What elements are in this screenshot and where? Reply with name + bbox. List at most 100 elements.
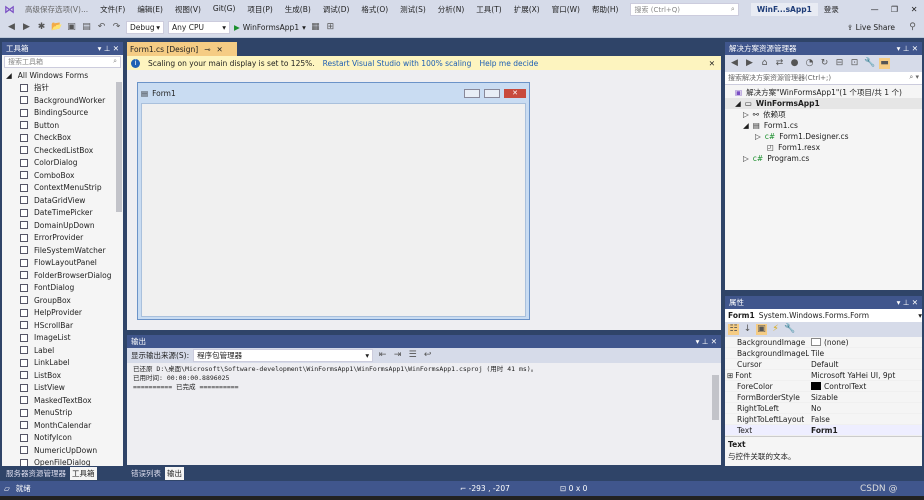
property-row[interactable]: RightToLeftLayout False (725, 414, 922, 425)
toolbox-item[interactable]: MonthCalendar (2, 419, 123, 432)
menu-item[interactable]: 调试(D) (317, 4, 356, 15)
tree-resx[interactable]: ◰ Form1.resx (725, 142, 922, 153)
toolbox-item[interactable]: DataGridView (2, 194, 123, 207)
config-select[interactable]: Debug ▾ (126, 21, 164, 34)
form-client-area[interactable] (141, 103, 526, 317)
property-row[interactable]: RightToLeft No (725, 403, 922, 414)
menu-item[interactable]: 测试(S) (394, 4, 432, 15)
pending-changes-icon[interactable]: ◔ (804, 58, 815, 69)
menu-item[interactable]: 编辑(E) (131, 4, 169, 15)
output-scrollbar[interactable] (712, 375, 719, 420)
toolbox-item[interactable]: CheckBox (2, 132, 123, 145)
redo-icon[interactable]: ↷ (111, 22, 122, 33)
toolbox-item[interactable]: ColorDialog (2, 157, 123, 170)
toolbox-search[interactable]: 搜索工具箱 ⌕ (4, 56, 121, 68)
next-message-icon[interactable]: ⇥ (392, 350, 403, 361)
menu-item[interactable]: 帮助(H) (586, 4, 625, 15)
menu-item[interactable]: 文件(F) (94, 4, 131, 15)
toolbox-item[interactable]: HelpProvider (2, 307, 123, 320)
tree-project[interactable]: ◢ ▭ WinFormsApp1 (725, 98, 922, 109)
toolbox-scrollbar[interactable] (116, 82, 122, 212)
toolbox-item[interactable]: Button (2, 119, 123, 132)
toolbox-item[interactable]: MaskedTextBox (2, 394, 123, 407)
toolbox-group[interactable]: ◢ All Windows Forms (2, 69, 123, 82)
toolbox-item[interactable]: FolderBrowserDialog (2, 269, 123, 282)
show-all-icon[interactable]: ⊡ (849, 58, 860, 69)
restart-link[interactable]: Restart Visual Studio with 100% scaling (323, 59, 472, 68)
toolbox-item[interactable]: MenuStrip (2, 407, 123, 420)
tree-solution[interactable]: ▣ 解决方案"WinFormsApp1"(1 个项目/共 1 个) (725, 87, 922, 98)
toolbox-item[interactable]: NotifyIcon (2, 432, 123, 445)
menu-item[interactable]: 项目(P) (241, 4, 278, 15)
property-pages-icon[interactable]: 🔧 (784, 324, 795, 335)
editor-tab[interactable]: Form1.cs [Design] ⊸ ✕ (127, 42, 237, 56)
menu-item[interactable]: 扩展(X) (508, 4, 546, 15)
tab-error-list[interactable]: 错误列表 (129, 467, 163, 480)
toolbox-item[interactable]: ContextMenuStrip (2, 182, 123, 195)
expand-icon[interactable]: ⊞ (727, 371, 733, 380)
prev-message-icon[interactable]: ⇤ (377, 350, 388, 361)
help-link[interactable]: Help me decide (479, 59, 538, 68)
preview-icon[interactable]: ▬ (879, 58, 890, 69)
categorized-icon[interactable]: ☷ (728, 324, 739, 335)
new-project-icon[interactable]: ✱ (36, 22, 47, 33)
align-icon[interactable]: ⊞ (325, 22, 336, 33)
switch-views-icon[interactable]: ⇄ (774, 58, 785, 69)
panel-controls-icon[interactable]: ▾ ⊥ ✕ (98, 44, 119, 53)
minimize-button[interactable]: — (865, 5, 885, 14)
property-row[interactable]: BackgroundImageLayoutTile (725, 348, 922, 359)
layout-icon[interactable]: ▦ (310, 22, 321, 33)
toolbox-item[interactable]: ErrorProvider (2, 232, 123, 245)
property-row[interactable]: BackgroundImage (none) (725, 337, 922, 348)
toolbox-item[interactable]: NumericUpDown (2, 444, 123, 457)
back-icon[interactable]: ◀ (729, 58, 740, 69)
forward-icon[interactable]: ▶ (21, 22, 32, 33)
toolbox-item[interactable]: DateTimePicker (2, 207, 123, 220)
clear-all-icon[interactable]: ☰ (407, 350, 418, 361)
menu-item[interactable]: Git(G) (207, 4, 242, 15)
tree-designer[interactable]: ▷ c# Form1.Designer.cs (725, 131, 922, 142)
tab-toolbox[interactable]: 工具箱 (70, 467, 97, 480)
save-all-icon[interactable]: ▤ (81, 22, 92, 33)
close-info-icon[interactable]: ✕ (709, 59, 715, 68)
save-icon[interactable]: ▣ (66, 22, 77, 33)
toolbox-item[interactable]: BackgroundWorker (2, 94, 123, 107)
menu-item[interactable]: 格式(O) (355, 4, 394, 15)
tree-program[interactable]: ▷ c# Program.cs (725, 153, 922, 164)
back-icon[interactable]: ◀ (6, 22, 17, 33)
properties-icon[interactable]: 🔧 (864, 58, 875, 69)
object-select[interactable]: Form1 System.Windows.Forms.Form ▾ (725, 309, 922, 322)
home-icon[interactable]: ⌂ (759, 58, 770, 69)
live-share-button[interactable]: ⇪ Live Share (847, 23, 895, 32)
forward-icon[interactable]: ▶ (744, 58, 755, 69)
toolbox-item[interactable]: BindingSource (2, 107, 123, 120)
close-tab-icon[interactable]: ✕ (217, 45, 223, 54)
toolbox-item[interactable]: OpenFileDialog (2, 457, 123, 466)
login-link[interactable]: 登录 (818, 4, 845, 15)
toolbox-item[interactable]: FontDialog (2, 282, 123, 295)
toolbox-item[interactable]: DomainUpDown (2, 219, 123, 232)
git-icon[interactable]: ● (789, 58, 800, 69)
toolbox-item[interactable]: FileSystemWatcher (2, 244, 123, 257)
toolbox-item[interactable]: CheckedListBox (2, 144, 123, 157)
pin-icon[interactable]: ⊸ (204, 45, 210, 54)
menu-item[interactable]: 窗口(W) (546, 4, 586, 15)
property-row[interactable]: Text Form1 (725, 425, 922, 436)
events-icon[interactable]: ⚡ (770, 324, 781, 335)
undo-icon[interactable]: ↶ (96, 22, 107, 33)
run-button[interactable]: ▶ WinFormsApp1 ▾ (234, 23, 306, 32)
toolbox-item[interactable]: GroupBox (2, 294, 123, 307)
properties-view-icon[interactable]: ▣ (756, 324, 767, 335)
word-wrap-icon[interactable]: ↩ (422, 350, 433, 361)
solution-search[interactable]: 搜索解决方案资源管理器(Ctrl+;) ⌕ ▾ (725, 72, 922, 85)
toolbox-item[interactable]: ComboBox (2, 169, 123, 182)
menu-item[interactable]: 生成(B) (279, 4, 317, 15)
feedback-icon[interactable]: ⚲ (907, 22, 918, 33)
open-icon[interactable]: 📂 (51, 22, 62, 33)
form-window[interactable]: ▤ Form1 ✕ (137, 82, 530, 320)
toolbox-item[interactable]: ListView (2, 382, 123, 395)
toolbox-item[interactable]: ImageList (2, 332, 123, 345)
panel-controls-icon[interactable]: ▾ ⊥ ✕ (696, 337, 717, 346)
tab-server-explorer[interactable]: 服务器资源管理器 (4, 467, 68, 480)
property-row[interactable]: ⊞ Font Microsoft YaHei UI, 9pt (725, 370, 922, 381)
